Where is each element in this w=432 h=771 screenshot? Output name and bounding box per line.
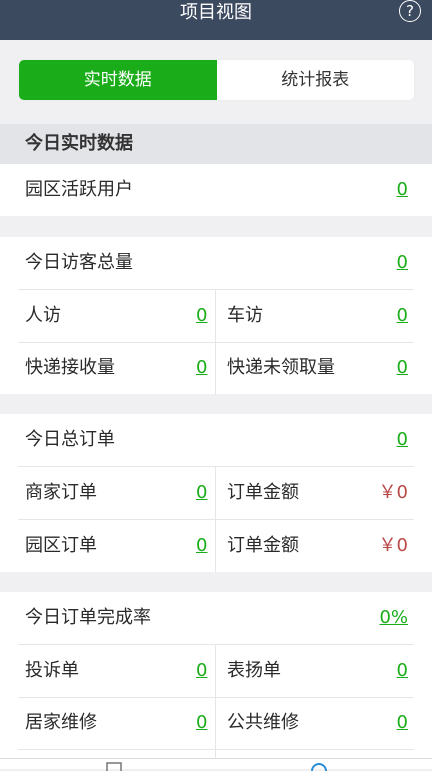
page-title: 项目视图 [180, 2, 252, 23]
repair-row: 居家维修 0 公共维修 0 [0, 697, 432, 749]
park-amount-value: ￥0 [378, 535, 408, 556]
completion-rate-label: 今日订单完成率 [25, 607, 151, 628]
tab-realtime-data[interactable]: 实时数据 [19, 60, 217, 100]
park-orders-label: 园区订单 [25, 535, 97, 556]
active-users-row: 园区活跃用户 0 [0, 164, 432, 216]
feedback-row: 投诉单 0 表扬单 0 [0, 645, 432, 697]
visitors-total-value[interactable]: 0 [397, 237, 408, 289]
column-divider [215, 645, 216, 758]
park-amount-label: 订单金额 [227, 535, 299, 556]
orders-card: 今日总订单 0 商家订单 0 订单金额 ￥0 园区订单 0 订单金额 ￥0 [0, 414, 432, 572]
express-unclaimed-label: 快递未领取量 [227, 357, 335, 378]
express-row: 快递接收量 0 快递未领取量 0 [0, 342, 432, 394]
help-icon[interactable]: ? [399, 0, 421, 22]
column-divider [215, 290, 216, 394]
divider [18, 749, 414, 750]
praise-value[interactable]: 0 [397, 645, 408, 697]
completion-rate-value[interactable]: 0% [379, 592, 408, 644]
merchant-orders-value[interactable]: 0 [196, 467, 207, 519]
completion-card: 今日订单完成率 0% 投诉单 0 表扬单 0 居家维修 0 公共维修 0 [0, 592, 432, 758]
praise-label: 表扬单 [227, 660, 281, 681]
public-repair-label: 公共维修 [227, 712, 299, 733]
park-orders-row: 园区订单 0 订单金额 ￥0 [0, 520, 432, 572]
merchant-orders-label: 商家订单 [25, 482, 97, 503]
bottom-tab-bar [0, 758, 432, 771]
visitors-total-row: 今日访客总量 0 [0, 237, 432, 289]
car-visit-label: 车访 [227, 305, 263, 326]
tab-statistics-report[interactable]: 统计报表 [217, 60, 415, 100]
merchant-amount-label: 订单金额 [227, 482, 299, 503]
section-title: 今日实时数据 [25, 133, 133, 154]
complaint-label: 投诉单 [25, 660, 79, 681]
orders-total-label: 今日总订单 [25, 429, 115, 450]
person-visit-value[interactable]: 0 [196, 290, 207, 342]
express-unclaimed-value[interactable]: 0 [397, 342, 408, 394]
express-received-value[interactable]: 0 [196, 342, 207, 394]
chart-icon[interactable] [310, 761, 328, 771]
orders-total-value[interactable]: 0 [397, 414, 408, 466]
completion-rate-row: 今日订单完成率 0% [0, 592, 432, 644]
home-repair-label: 居家维修 [25, 712, 97, 733]
merchant-amount-value: ￥0 [378, 482, 408, 503]
active-users-card: 园区活跃用户 0 [0, 164, 432, 216]
public-repair-value[interactable]: 0 [397, 697, 408, 749]
visitors-card: 今日访客总量 0 人访 0 车访 0 快递接收量 0 快递未领取量 0 [0, 237, 432, 394]
complaint-value[interactable]: 0 [196, 645, 207, 697]
orders-total-row: 今日总订单 0 [0, 414, 432, 466]
active-users-value[interactable]: 0 [397, 164, 408, 216]
segment-control: 实时数据 统计报表 [18, 59, 415, 101]
home-repair-value[interactable]: 0 [196, 697, 207, 749]
nav-bar: 项目视图 ? [0, 0, 432, 40]
visitors-type-row: 人访 0 车访 0 [0, 290, 432, 342]
park-orders-value[interactable]: 0 [196, 520, 207, 572]
merchant-orders-row: 商家订单 0 订单金额 ￥0 [0, 467, 432, 519]
express-received-label: 快递接收量 [25, 357, 115, 378]
person-visit-label: 人访 [25, 305, 61, 326]
car-visit-value[interactable]: 0 [397, 290, 408, 342]
column-divider [215, 467, 216, 572]
visitors-total-label: 今日访客总量 [25, 252, 133, 273]
document-icon[interactable] [105, 761, 123, 771]
section-header: 今日实时数据 [0, 124, 432, 164]
active-users-label: 园区活跃用户 [25, 179, 133, 200]
